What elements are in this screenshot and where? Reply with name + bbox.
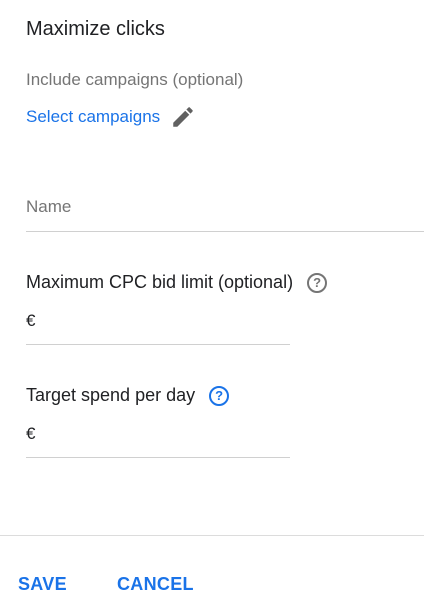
divider	[0, 535, 424, 536]
target-spend-input[interactable]	[41, 424, 290, 444]
help-circle-icon[interactable]: ?	[307, 272, 328, 293]
panel-title: Maximize clicks	[26, 18, 165, 40]
name-input[interactable]	[26, 192, 424, 232]
cancel-button[interactable]: CANCEL	[117, 574, 194, 595]
currency-symbol: €	[26, 424, 36, 443]
maximize-clicks-panel: Maximize clicks Include campaigns (optio…	[0, 0, 424, 609]
target-spend-field[interactable]: €	[26, 424, 290, 458]
target-spend-label: Target spend per day	[26, 385, 196, 405]
include-campaigns-label: Include campaigns (optional)	[26, 70, 244, 89]
max-cpc-label-row: Maximum CPC bid limit (optional) ?	[26, 272, 328, 293]
max-cpc-field[interactable]: €	[26, 311, 290, 345]
target-spend-label-row: Target spend per day ?	[26, 385, 230, 406]
select-campaigns-link[interactable]: Select campaigns	[26, 107, 160, 127]
currency-symbol: €	[26, 311, 36, 330]
save-button[interactable]: SAVE	[18, 574, 67, 595]
pencil-icon[interactable]	[170, 104, 196, 130]
max-cpc-label: Maximum CPC bid limit (optional)	[26, 272, 294, 292]
select-campaigns-row: Select campaigns	[26, 104, 196, 130]
max-cpc-input[interactable]	[41, 311, 290, 331]
help-circle-icon[interactable]: ?	[209, 385, 230, 406]
